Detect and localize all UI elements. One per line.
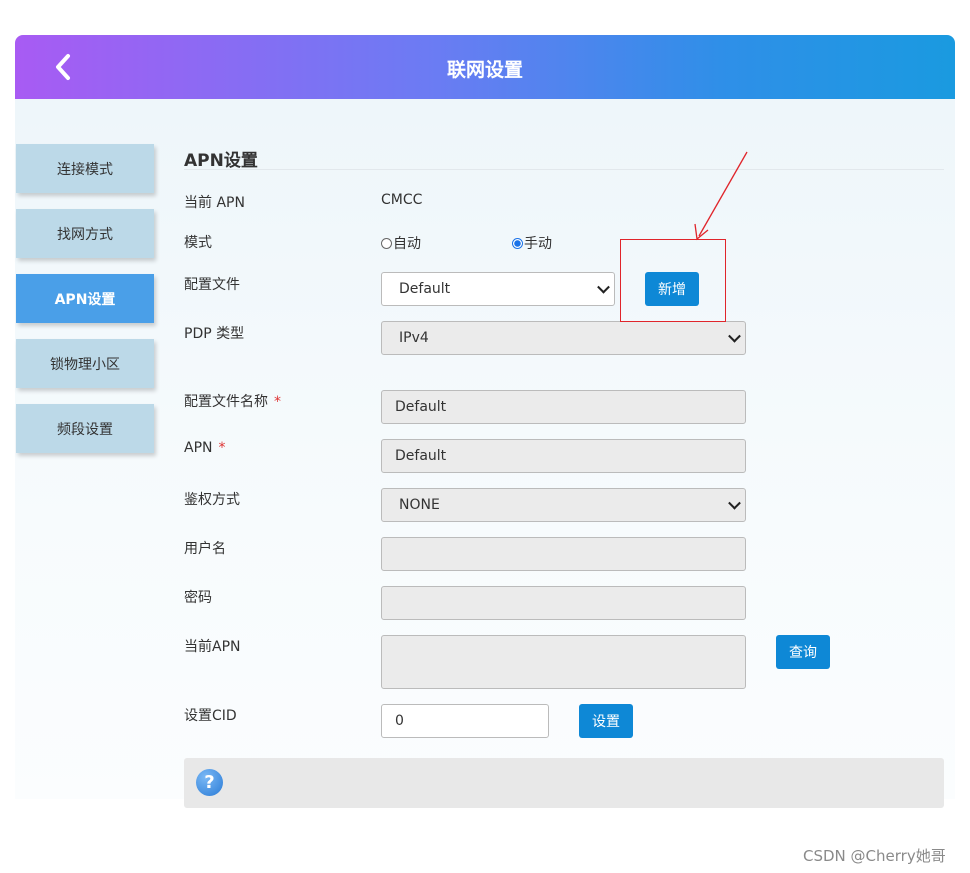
chevron-down-icon [728,496,741,510]
current-apn-label: 当前 APN [184,195,245,211]
section-divider [184,169,944,170]
current-apn2-label: 当前APN [184,639,241,655]
mode-radio-auto[interactable]: 自动 [381,233,421,253]
profile-select-value: Default [399,281,451,297]
annotation-arrow-icon [694,151,748,241]
set-cid-button[interactable]: 设置 [579,704,633,738]
apn-input[interactable]: Default [381,439,746,473]
radio-auto-label: 自动 [393,236,421,252]
pdp-type-value: IPv4 [399,330,429,346]
mode-label: 模式 [184,235,212,251]
sidebar-item-lock-cell[interactable]: 锁物理小区 [16,339,154,388]
apn-label-text: APN [184,440,213,456]
profile-name-label: 配置文件名称 * [184,391,281,411]
profile-name-input[interactable]: Default [381,390,746,424]
profile-select[interactable]: Default [381,272,615,306]
cid-value: 0 [395,713,404,729]
password-label: 密码 [184,590,212,606]
watermark: CSDN @Cherry她哥 [803,847,946,865]
page-title: 联网设置 [446,59,523,81]
cid-input[interactable]: 0 [381,704,549,738]
pdp-type-label: PDP 类型 [184,326,245,342]
auth-label: 鉴权方式 [184,492,240,508]
main-content: 连接模式 找网方式 APN设置 锁物理小区 频段设置 APN设置 当前 APN … [15,99,955,808]
sidebar-item-apn-settings[interactable]: APN设置 [16,274,154,323]
annotation-highlight-box [620,239,726,322]
auth-select-value: NONE [399,497,440,513]
radio-manual-label: 手动 [524,236,552,252]
help-panel: ? [184,758,944,808]
username-input[interactable] [381,537,746,571]
radio-auto-dot[interactable] [381,237,392,249]
page-header: 联网设置 [15,35,955,99]
username-label: 用户名 [184,541,226,557]
section-title: APN设置 [184,151,258,171]
current-apn-textarea[interactable] [381,635,746,689]
auth-select[interactable]: NONE [381,488,746,522]
help-icon[interactable]: ? [196,769,223,796]
pdp-type-select[interactable]: IPv4 [381,321,746,355]
apn-label: APN * [184,440,226,456]
required-mark: * [218,440,226,456]
profile-name-value: Default [395,399,447,415]
apn-input-value: Default [395,448,447,464]
sidebar-item-network-search[interactable]: 找网方式 [16,209,154,258]
chevron-down-icon [728,329,741,343]
mode-radio-manual[interactable]: 手动 [512,233,552,253]
password-input[interactable] [381,586,746,620]
radio-manual-dot[interactable] [512,237,523,249]
query-button[interactable]: 查询 [776,635,830,669]
cid-label: 设置CID [184,708,237,724]
chevron-down-icon [597,280,610,294]
sidebar-item-band-settings[interactable]: 频段设置 [16,404,154,453]
required-mark: * [274,394,281,410]
profile-label: 配置文件 [184,277,240,293]
sidebar-item-connect-mode[interactable]: 连接模式 [16,144,154,193]
current-apn-value: CMCC [381,192,423,208]
profile-name-label-text: 配置文件名称 [184,394,268,410]
